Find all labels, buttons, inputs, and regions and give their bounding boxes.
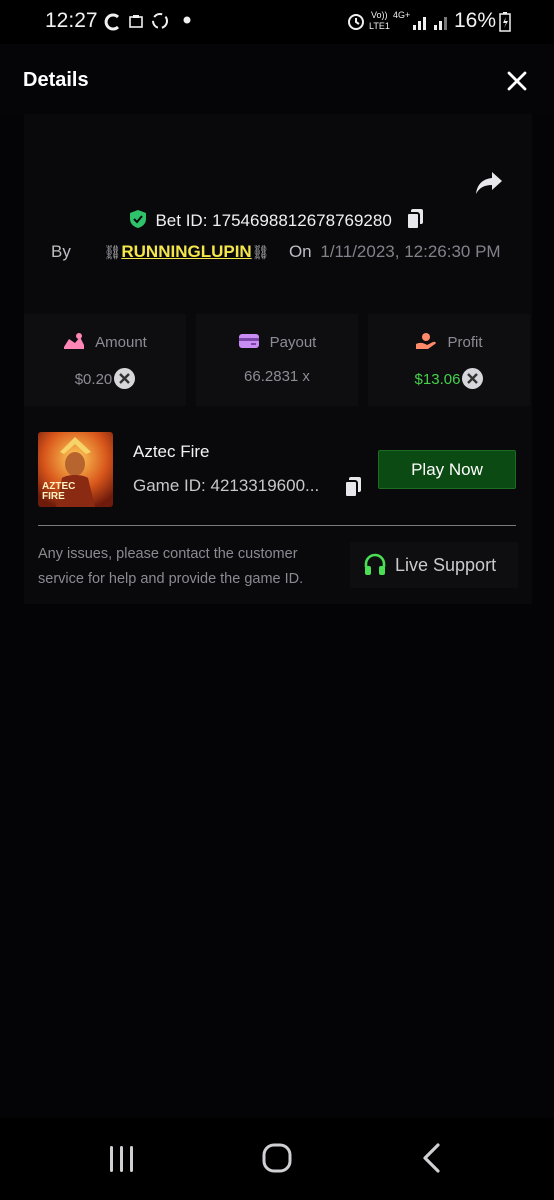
game-id-label: Game ID: xyxy=(133,476,206,495)
profit-label: Profit xyxy=(447,334,483,351)
dot-icon xyxy=(183,16,191,24)
currency-coin-icon xyxy=(462,368,484,389)
recent-apps-icon[interactable] xyxy=(107,1144,137,1174)
network-lte: LTE1 xyxy=(369,21,390,31)
battery-icon xyxy=(499,12,511,32)
copy-bet-id-icon[interactable] xyxy=(405,208,425,230)
payout-label: Payout xyxy=(269,334,317,351)
chain-right-icon: ⛓ xyxy=(251,244,270,260)
game-id-value: 4213319600... xyxy=(210,476,320,495)
c-icon xyxy=(104,13,120,31)
profit-hand-icon xyxy=(416,333,437,349)
status-bar: 12:27 Vo)) LTE1 4G+ 16% xyxy=(0,0,554,44)
payout-value: 66.2831 x xyxy=(244,368,310,385)
game-thumbnail[interactable]: AZTEC FIRE xyxy=(38,432,113,507)
game-name: Aztec Fire xyxy=(133,442,210,461)
bet-id-label: Bet ID: xyxy=(155,211,208,230)
profit-stat: Profit $13.06 xyxy=(368,314,530,406)
alarm-icon xyxy=(348,14,364,30)
play-now-button[interactable]: Play Now xyxy=(378,450,516,489)
bet-id-row: Bet ID: 1754698812678769280 xyxy=(0,208,554,234)
signal-icon xyxy=(413,17,447,30)
username-link[interactable]: RUNNINGLUPIN xyxy=(121,242,251,261)
shop-icon xyxy=(129,15,143,28)
chain-left-icon: ⛓ xyxy=(103,244,122,260)
status-time: 12:27 xyxy=(45,9,98,32)
amount-value: $0.20 xyxy=(74,371,113,388)
thumb-title-line2: FIRE xyxy=(42,491,65,502)
payout-stat: Payout 66.2831 x xyxy=(196,314,358,406)
system-nav-bar xyxy=(0,1118,554,1200)
game-id-row: Game ID: 4213319600... xyxy=(133,476,319,496)
copy-game-id-icon[interactable] xyxy=(343,476,363,498)
bet-meta-row: By ⛓RUNNINGLUPIN⛓ On 1/11/2023, 12:26:30… xyxy=(51,242,501,262)
help-text: Any issues, please contact the customer … xyxy=(38,546,304,587)
home-icon[interactable] xyxy=(261,1142,293,1174)
header: Details xyxy=(0,44,554,114)
amount-icon xyxy=(64,333,85,349)
network-4g: 4G+ xyxy=(393,10,411,20)
payout-card-icon xyxy=(238,334,259,348)
currency-coin-icon xyxy=(114,368,136,389)
amount-stat: Amount $0.20 xyxy=(24,314,186,406)
sync-icon xyxy=(152,13,168,29)
back-icon[interactable] xyxy=(420,1142,444,1174)
bet-datetime: 1/11/2023, 12:26:30 PM xyxy=(320,242,501,261)
by-label: By xyxy=(51,242,71,261)
headset-icon xyxy=(364,553,386,575)
close-icon[interactable] xyxy=(506,70,528,92)
bet-id-value: 1754698812678769280 xyxy=(212,211,392,230)
network-volte: Vo)) xyxy=(371,10,388,20)
page-title: Details xyxy=(23,69,89,91)
share-icon[interactable] xyxy=(474,168,504,198)
divider xyxy=(38,525,516,526)
shield-check-icon xyxy=(130,210,147,228)
battery-level: 16% xyxy=(453,9,496,32)
profit-value: $13.06 xyxy=(414,371,461,388)
amount-label: Amount xyxy=(95,334,147,351)
on-label: On xyxy=(288,242,312,261)
live-support-button[interactable]: Live Support xyxy=(350,542,518,588)
live-support-label: Live Support xyxy=(395,555,497,575)
